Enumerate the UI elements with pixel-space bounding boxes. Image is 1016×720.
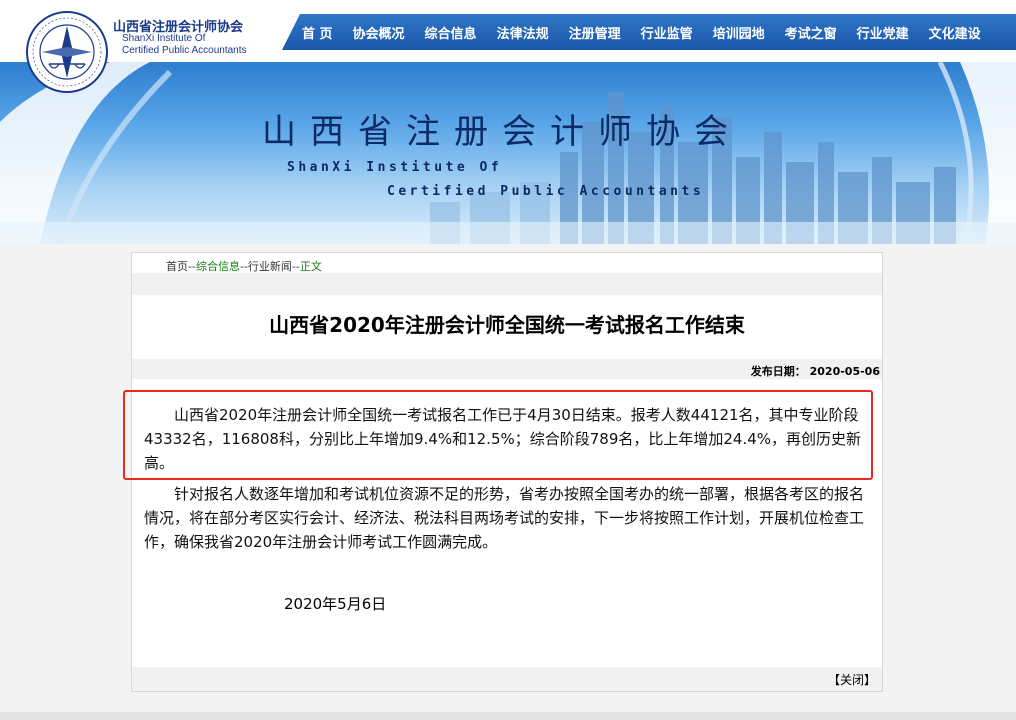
breadcrumb-general-info[interactable]: 综合信息 bbox=[196, 260, 240, 273]
breadcrumb-separator: -- bbox=[188, 260, 196, 273]
city-skyline-image bbox=[0, 62, 1016, 244]
nav-training[interactable]: 培训园地 bbox=[713, 23, 765, 42]
banner-subtitle-line1: ShanXi Institute Of bbox=[287, 160, 503, 175]
close-button[interactable]: 【关闭】 bbox=[828, 671, 876, 688]
nav-about[interactable]: 协会概况 bbox=[353, 23, 405, 42]
breadcrumb-separator: -- bbox=[239, 260, 248, 273]
breadcrumb: 首页--综合信息--行业新闻--正文 bbox=[166, 258, 322, 274]
main-nav: 首 页 协会概况 综合信息 法律法规 注册管理 行业监管 培训园地 考试之窗 行… bbox=[282, 14, 1016, 50]
nav-exams[interactable]: 考试之窗 bbox=[785, 23, 837, 42]
header-banner: 山西省注册会计师协会 ShanXi Institute Of Certified… bbox=[0, 62, 1016, 244]
article-title: 山西省2020年注册会计师全国统一考试报名工作结束 bbox=[269, 313, 745, 337]
cpa-seal-logo bbox=[26, 11, 108, 93]
nav-laws[interactable]: 法律法规 bbox=[497, 23, 549, 42]
breadcrumb-current[interactable]: 正文 bbox=[300, 260, 322, 273]
publish-date-value: 2020-05-06 bbox=[809, 365, 880, 378]
divider-band bbox=[132, 273, 882, 295]
top-bar: 山西省注册会计师协会 ShanXi Institute Of Certified… bbox=[0, 0, 1016, 93]
banner-subtitle-line2: Certified Public Accountants bbox=[387, 184, 705, 199]
page-footer-strip bbox=[0, 712, 1016, 720]
nav-culture[interactable]: 文化建设 bbox=[929, 23, 981, 42]
article-sign-date: 2020年5月6日 bbox=[284, 595, 387, 613]
article-paragraph-2: 针对报名人数逐年增加和考试机位资源不足的形势，省考办按照全国考办的统一部署，根据… bbox=[144, 485, 865, 551]
highlight-annotation-box bbox=[123, 390, 873, 480]
footer-band bbox=[132, 667, 882, 691]
nav-registration[interactable]: 注册管理 bbox=[569, 23, 621, 42]
nav-party[interactable]: 行业党建 bbox=[857, 23, 909, 42]
banner-title: 山西省注册会计师协会 bbox=[262, 112, 742, 152]
breadcrumb-industry-news[interactable]: 行业新闻 bbox=[248, 260, 292, 273]
publish-date: 发布日期： 2020-05-06 bbox=[751, 363, 880, 379]
nav-home[interactable]: 首 页 bbox=[302, 23, 333, 42]
publish-date-label: 发布日期： bbox=[750, 365, 806, 378]
breadcrumb-home[interactable]: 首页 bbox=[166, 260, 188, 273]
nav-general-info[interactable]: 综合信息 bbox=[425, 23, 477, 42]
org-name-en-line2: Certified Public Accountants bbox=[122, 45, 247, 56]
org-name-en-line1: ShanXi Institute Of bbox=[122, 33, 206, 44]
breadcrumb-separator: -- bbox=[291, 260, 300, 273]
nav-supervision[interactable]: 行业监管 bbox=[641, 23, 693, 42]
